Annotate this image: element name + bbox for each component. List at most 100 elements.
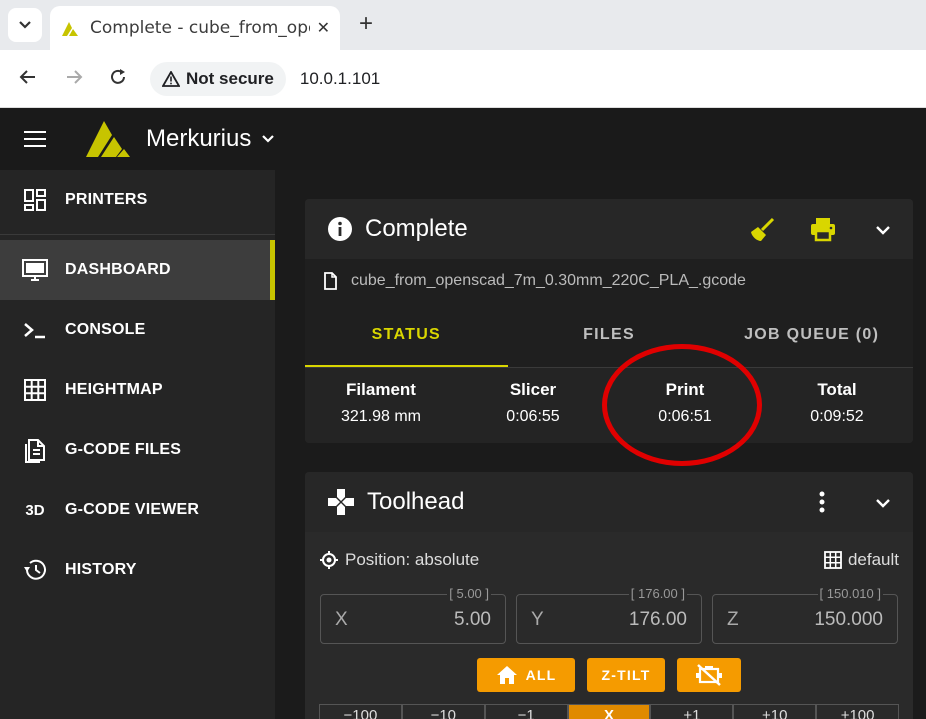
- axis-hint: [ 150.010 ]: [817, 586, 883, 601]
- address-bar: Not secure 10.0.1.101: [0, 50, 926, 108]
- toolhead-panel-header: Toolhead: [305, 472, 913, 532]
- sidebar-item-heightmap[interactable]: HEIGHTMAP: [0, 360, 275, 420]
- stat-value: 0:09:52: [810, 408, 864, 425]
- sidebar-item-label: HEIGHTMAP: [65, 381, 163, 398]
- browser-tab-bar: Complete - cube_from_openscad_7m_0.30mm_…: [0, 0, 926, 50]
- annotation-circle: [602, 344, 762, 466]
- warning-icon: [162, 71, 180, 87]
- tab-close-icon[interactable]: ✕: [317, 18, 330, 38]
- gamepad-icon: [327, 488, 355, 516]
- home-icon: [496, 666, 517, 684]
- status-panel-header: Complete: [305, 199, 913, 259]
- app-bar: Merkurius: [0, 108, 926, 170]
- security-label: Not secure: [186, 69, 274, 88]
- tab-search-button[interactable]: [8, 8, 42, 42]
- file-icon: [324, 272, 337, 290]
- stat-label: Total: [817, 380, 857, 399]
- sidebar-item-dashboard[interactable]: DASHBOARD: [0, 240, 275, 300]
- forward-button[interactable]: [62, 67, 86, 91]
- tab-title: Complete - cube_from_openscad_7m_0.30mm_…: [90, 18, 310, 38]
- crosshair-icon: [320, 551, 338, 569]
- tab-job-queue[interactable]: JOB QUEUE (0): [710, 303, 913, 367]
- jog-buttons-x: −100 −10 −1 X +1 +10 +100: [319, 704, 900, 719]
- gcode-viewer-icon: 3D: [25, 501, 45, 519]
- sidebar-item-label: G-CODE VIEWER: [65, 501, 200, 518]
- home-all-button[interactable]: ALL: [477, 658, 575, 692]
- axis-value: 150.000: [814, 609, 883, 630]
- history-icon: [22, 557, 48, 583]
- axis-letter: Y: [531, 609, 544, 630]
- motor-off-icon: [696, 664, 722, 686]
- sidebar-item-history[interactable]: HISTORY: [0, 540, 275, 600]
- stat-slicer: Slicer 0:06:55: [457, 368, 609, 443]
- stat-total: Total 0:09:52: [761, 368, 913, 443]
- back-button[interactable]: [16, 67, 40, 91]
- motors-off-button[interactable]: [677, 658, 741, 692]
- current-file-name: cube_from_openscad_7m_0.30mm_220C_PLA_.g…: [351, 272, 746, 289]
- print-icon[interactable]: [809, 216, 837, 247]
- chevron-down-icon[interactable]: [875, 496, 891, 514]
- new-tab-button[interactable]: +: [352, 10, 380, 38]
- status-tabs: STATUS FILES JOB QUEUE (0): [305, 303, 913, 367]
- tab-status[interactable]: STATUS: [305, 303, 508, 367]
- info-icon: [327, 216, 353, 242]
- merkurius-logo-icon: [86, 121, 130, 157]
- sidebar-item-gcode-viewer[interactable]: 3D G-CODE VIEWER: [0, 480, 275, 540]
- z-position-input[interactable]: Z [ 150.010 ] 150.000: [712, 586, 898, 644]
- axis-value: 176.00: [628, 609, 687, 630]
- clear-broom-icon[interactable]: [749, 217, 775, 248]
- more-vert-icon[interactable]: [819, 490, 825, 519]
- jog-x-minus-10[interactable]: −10: [401, 704, 485, 719]
- home-all-label: ALL: [525, 667, 557, 683]
- x-position-input[interactable]: X [ 5.00 ] 5.00: [320, 586, 506, 644]
- toolhead-panel: Toolhead Position: absolute default X [ …: [305, 472, 913, 719]
- url-field[interactable]: Not secure 10.0.1.101: [150, 58, 920, 100]
- stat-value: 0:06:55: [506, 408, 560, 425]
- sidebar-item-label: CONSOLE: [65, 321, 146, 338]
- dashboard-icon: [22, 257, 48, 283]
- chevron-down-icon: [19, 21, 31, 29]
- chevron-down-icon[interactable]: [875, 223, 891, 241]
- sidebar-item-printers[interactable]: PRINTERS: [0, 170, 275, 230]
- merkurius-favicon-icon: [62, 22, 78, 36]
- z-tilt-button[interactable]: Z-TILT: [587, 658, 665, 692]
- sidebar-item-label: HISTORY: [65, 561, 137, 578]
- chevron-down-icon[interactable]: [261, 134, 275, 144]
- sidebar-item-gcode-files[interactable]: G-CODE FILES: [0, 420, 275, 480]
- home-x-button[interactable]: X: [567, 704, 651, 719]
- home-buttons: ALL Z-TILT: [305, 658, 913, 692]
- jog-x-minus-100[interactable]: −100: [319, 704, 402, 719]
- forward-arrow-icon: [67, 70, 83, 84]
- status-title: Complete: [365, 215, 468, 242]
- axis-letter: Z: [727, 609, 739, 630]
- jog-x-minus-1[interactable]: −1: [484, 704, 568, 719]
- stat-value: 321.98 mm: [340, 408, 422, 425]
- reload-button[interactable]: [106, 67, 130, 91]
- grid-icon: [824, 551, 842, 569]
- toolhead-title: Toolhead: [367, 488, 465, 515]
- sidebar-item-console[interactable]: CONSOLE: [0, 300, 275, 360]
- browser-tab[interactable]: Complete - cube_from_openscad_7m_0.30mm_…: [50, 6, 340, 50]
- jog-x-plus-10[interactable]: +10: [733, 704, 817, 719]
- menu-icon[interactable]: [24, 131, 46, 147]
- jog-x-plus-1[interactable]: +1: [650, 704, 734, 719]
- sidebar-item-label: DASHBOARD: [65, 261, 171, 278]
- printers-icon: [22, 187, 48, 213]
- stat-label: Filament: [346, 380, 416, 399]
- security-indicator[interactable]: Not secure: [150, 62, 286, 96]
- sidebar-item-label: G-CODE FILES: [65, 441, 182, 458]
- axis-letter: X: [335, 609, 348, 630]
- reload-icon: [111, 69, 125, 84]
- gcode-files-icon: [22, 437, 48, 463]
- y-position-input[interactable]: Y [ 176.00 ] 176.00: [516, 586, 702, 644]
- axis-hint: [ 176.00 ]: [628, 586, 687, 601]
- bed-mesh-selector[interactable]: default: [824, 550, 899, 570]
- printer-selector[interactable]: Merkurius: [146, 125, 251, 153]
- position-mode[interactable]: Position: absolute: [345, 550, 479, 570]
- back-arrow-icon: [19, 70, 35, 84]
- main-content: Complete cube_from_openscad_7m_0.30mm_22…: [275, 170, 926, 719]
- jog-x-plus-100[interactable]: +100: [816, 704, 900, 719]
- console-icon: [22, 317, 48, 343]
- position-row: Position: absolute default: [319, 546, 899, 574]
- heightmap-icon: [22, 377, 48, 403]
